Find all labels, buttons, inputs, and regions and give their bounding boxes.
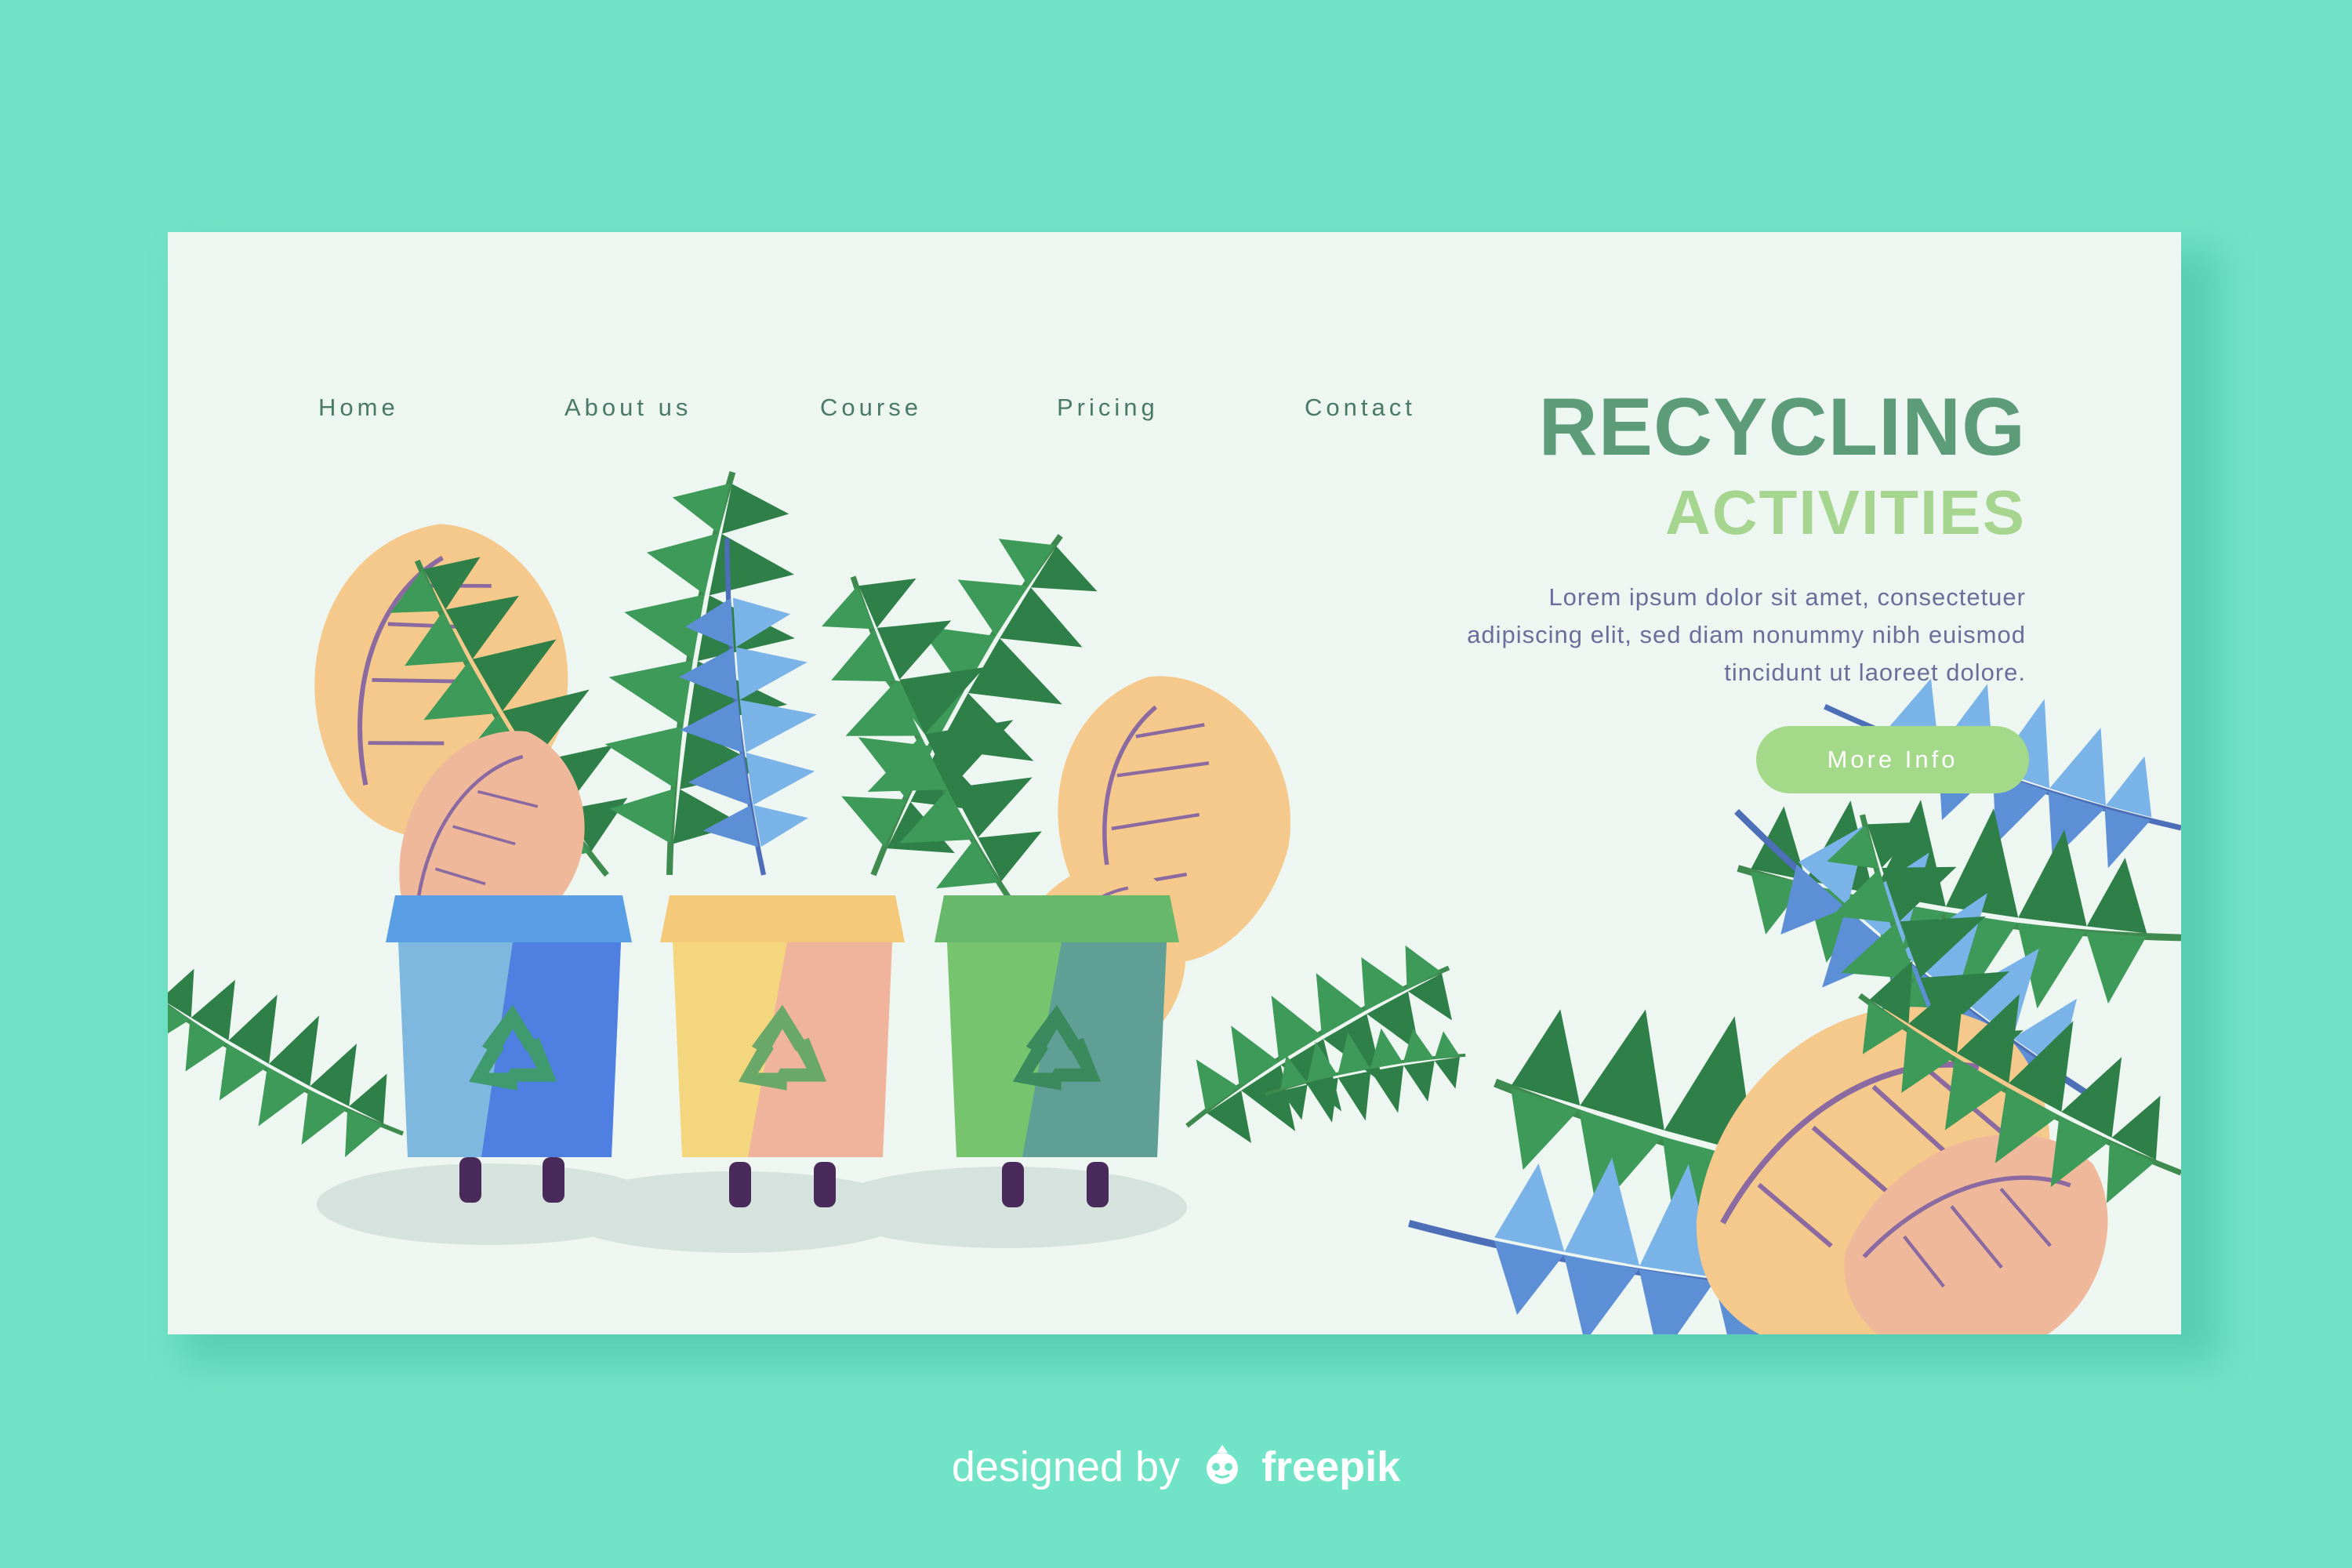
footer-credit: designed by freepik (0, 1443, 2352, 1496)
designed-by-text: designed by (951, 1443, 1181, 1490)
nav-about-us[interactable]: About us (564, 394, 691, 422)
hero-subtitle: ACTIVITIES (1664, 477, 2026, 547)
nav-course[interactable]: Course (820, 394, 922, 422)
hero-description: Lorem ipsum dolor sit amet, consectetuer… (1467, 583, 2026, 686)
top-nav: Home About us Course Pricing Contact (168, 232, 1422, 421)
green-bin (935, 895, 1179, 1207)
nav-pricing[interactable]: Pricing (1057, 394, 1159, 422)
yellow-bin (660, 895, 905, 1207)
blue-bin (386, 895, 632, 1203)
landing-card: Home About us Course Pricing Contact REC… (168, 232, 2181, 1334)
nav-home[interactable]: Home (318, 394, 399, 422)
freepik-logo-icon (1200, 1443, 1245, 1496)
freepik-brand[interactable]: freepik (1261, 1443, 1400, 1490)
nav-contact[interactable]: Contact (1305, 394, 1416, 422)
more-info-button[interactable]: More Info (1756, 726, 2029, 793)
hero-title: RECYCLING (1538, 382, 2026, 473)
